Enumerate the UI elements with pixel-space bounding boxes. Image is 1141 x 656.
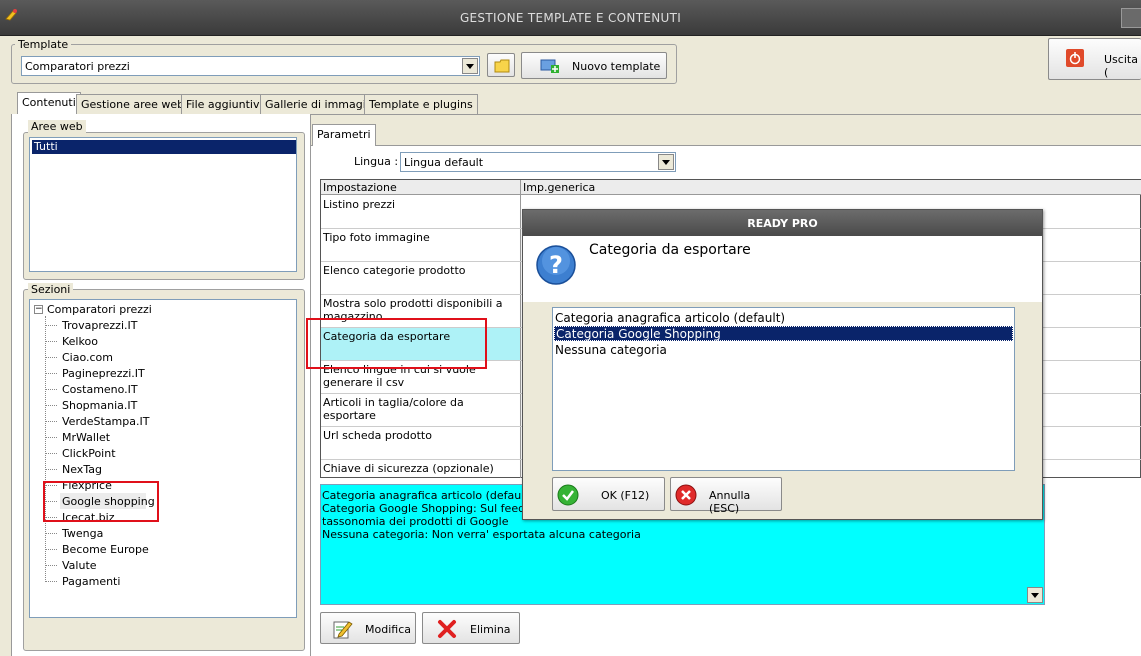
tree-item[interactable]: NexTag [62, 463, 102, 476]
tree-connector [45, 341, 57, 342]
tree-item[interactable]: Shopmania.IT [62, 399, 137, 412]
tab-gallerie-immagini[interactable]: Gallerie di immagini [260, 94, 381, 114]
description-line: Nessuna categoria: Non verra' esportata … [322, 528, 641, 541]
grid-col-divider [520, 180, 521, 478]
question-icon: ? [536, 245, 576, 285]
tree-connector [45, 469, 57, 470]
power-icon [1066, 49, 1084, 67]
elimina-label: Elimina [470, 623, 511, 636]
grid-row-label[interactable]: Tipo foto immagine [323, 231, 518, 244]
exit-button[interactable]: Uscita ( [1048, 38, 1141, 80]
new-template-button[interactable]: Nuovo template [521, 52, 667, 79]
dialog-cancel-button[interactable]: Annulla (ESC) [670, 477, 782, 515]
folder-icon [494, 59, 510, 73]
grid-row-label[interactable]: Chiave di sicurezza (opzionale) [323, 462, 518, 475]
dialog-cancel-label: Annulla (ESC) [709, 489, 751, 515]
tree-item[interactable]: VerdeStampa.IT [62, 415, 149, 428]
tree-item[interactable]: Become Europe [62, 543, 149, 556]
tree-item[interactable]: Costameno.IT [62, 383, 138, 396]
tree-item[interactable]: Ciao.com [62, 351, 113, 364]
aree-web-list[interactable]: Tutti [29, 137, 297, 272]
chevron-down-icon[interactable] [658, 154, 674, 170]
exit-label: Uscita ( [1104, 53, 1138, 79]
aree-web-item-tutti[interactable]: Tutti [32, 140, 296, 154]
tree-connector [45, 437, 57, 438]
tree-item[interactable]: ClickPoint [62, 447, 116, 460]
cancel-icon [675, 484, 697, 506]
modifica-button[interactable]: Modifica [320, 612, 416, 644]
tree-connector [45, 581, 57, 582]
tree-connector [45, 325, 57, 326]
dialog-options-list[interactable]: Categoria anagrafica articolo (default) … [552, 307, 1015, 471]
grid-header [321, 180, 1141, 195]
tree-item[interactable]: Pagamenti [62, 575, 120, 588]
dialog-ok-button[interactable]: OK (F12) [552, 477, 665, 511]
tree-item[interactable]: Trovaprezzi.IT [62, 319, 137, 332]
tab-parametri[interactable]: Parametri [312, 124, 376, 146]
open-folder-button[interactable] [487, 53, 515, 77]
elimina-button[interactable]: Elimina [422, 612, 520, 644]
tree-connector [45, 405, 57, 406]
dialog-title: READY PRO [523, 210, 1042, 236]
grid-row-label[interactable]: Listino prezzi [323, 198, 518, 211]
tree-connector [45, 421, 57, 422]
tab-contenuti[interactable]: Contenuti [17, 92, 81, 115]
tree-root-comparatori[interactable]: Comparatori prezzi [47, 303, 152, 316]
template-group-label: Template [15, 38, 72, 51]
tab-template-plugins[interactable]: Template e plugins [364, 94, 478, 114]
dialog-option-selected[interactable]: Categoria Google Shopping [554, 326, 1013, 341]
tree-collapse-icon[interactable]: − [34, 305, 43, 314]
tree-connector [45, 389, 57, 390]
tree-connector [45, 533, 57, 534]
dialog-heading: Categoria da esportare [589, 242, 751, 258]
window-title: GESTIONE TEMPLATE E CONTENUTI [459, 11, 682, 25]
check-icon [557, 484, 579, 506]
window-close-button[interactable] [1121, 8, 1141, 28]
tree-connector [45, 373, 57, 374]
grid-row-label[interactable]: Url scheda prodotto [323, 429, 518, 442]
lingua-label: Lingua : [354, 155, 399, 168]
tree-guide-line [45, 316, 46, 582]
aree-web-label: Aree web [28, 120, 86, 133]
tree-connector [45, 357, 57, 358]
grid-row-label[interactable]: Articoli in taglia/colore da esportare [323, 396, 518, 422]
tree-connector [45, 549, 57, 550]
new-template-label: Nuovo template [572, 60, 661, 73]
red-annotation-box [306, 318, 487, 369]
grid-header-impostazione: Impostazione [323, 181, 397, 194]
dialog-header: ? Categoria da esportare [523, 236, 1042, 302]
red-annotation-box [43, 481, 159, 522]
description-scroll-down[interactable] [1027, 587, 1043, 603]
tree-item[interactable]: MrWallet [62, 431, 110, 444]
delete-x-icon [438, 620, 456, 638]
lingua-select[interactable]: Lingua default [400, 152, 676, 172]
chevron-down-icon[interactable] [462, 58, 478, 74]
new-template-icon [540, 59, 559, 73]
grid-row-label[interactable]: Elenco categorie prodotto [323, 264, 518, 277]
chevron-down-icon [1031, 592, 1039, 598]
dialog-ok-label: OK (F12) [601, 489, 650, 502]
tree-connector [45, 565, 57, 566]
dialog-option[interactable]: Nessuna categoria [555, 343, 667, 357]
ready-pro-dialog: READY PRO ? Categoria da esportare Categ… [522, 209, 1043, 520]
tree-connector [45, 453, 57, 454]
tree-item[interactable]: Twenga [62, 527, 103, 540]
title-bar: GESTIONE TEMPLATE E CONTENUTI [0, 0, 1141, 36]
lingua-select-value: Lingua default [404, 156, 484, 169]
edit-icon [333, 621, 353, 639]
tree-item[interactable]: Valute [62, 559, 97, 572]
template-select[interactable]: Comparatori prezzi [21, 56, 480, 76]
grid-header-generica: Imp.generica [523, 181, 596, 194]
tab-file-aggiuntivi[interactable]: File aggiuntivi [181, 94, 268, 114]
svg-text:?: ? [549, 251, 563, 279]
tree-item[interactable]: Kelkoo [62, 335, 98, 348]
dialog-option[interactable]: Categoria anagrafica articolo (default) [555, 311, 785, 325]
modifica-label: Modifica [365, 623, 411, 636]
tree-item[interactable]: Pagineprezzi.IT [62, 367, 145, 380]
sezioni-label: Sezioni [28, 283, 74, 296]
tab-gestione-aree-web[interactable]: Gestione aree web [76, 94, 190, 114]
template-select-value: Comparatori prezzi [25, 60, 130, 73]
